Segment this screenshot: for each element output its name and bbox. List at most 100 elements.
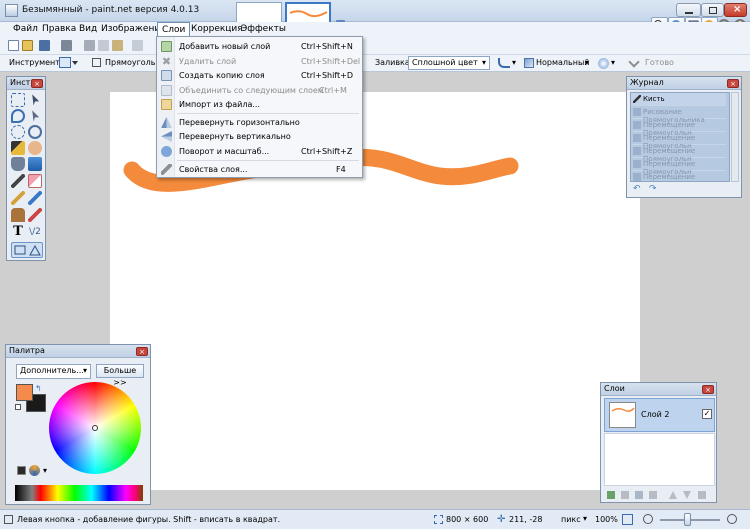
antialiasing-chevron-icon[interactable]: ▾ [512, 58, 516, 67]
recolor-icon[interactable] [28, 208, 42, 222]
move-selection-icon[interactable] [32, 110, 40, 122]
minimize-button[interactable] [676, 3, 701, 17]
menu-item-rotate-zoom[interactable]: Поворот и масштаб... Ctrl+Shift+Z [157, 144, 362, 159]
pan-hand-icon[interactable] [28, 141, 42, 155]
layer-row[interactable]: Слой 2 ✓ [604, 398, 715, 432]
more-colors-button[interactable]: Больше >> [96, 364, 144, 387]
palette-menu-icon[interactable] [29, 465, 40, 476]
menu-separator [177, 113, 359, 114]
selection-mode-icon[interactable] [598, 58, 609, 69]
add-layer-icon[interactable] [607, 491, 615, 499]
crop-icon[interactable] [132, 40, 143, 51]
menu-item-import-from-file[interactable]: Импорт из файла... [157, 97, 362, 112]
menu-layers[interactable]: Слои [157, 22, 191, 37]
paintbrush-icon[interactable] [11, 174, 25, 188]
palette-swatch-row[interactable] [15, 485, 143, 501]
menu-item-flip-horizontal[interactable]: Перевернуть горизонтально [157, 115, 362, 130]
lasso-select-icon[interactable] [11, 109, 25, 123]
layers-panel-close-icon[interactable]: × [702, 385, 714, 394]
clone-stamp-icon[interactable] [11, 208, 25, 222]
rectangle-select-icon[interactable] [11, 93, 25, 107]
shape-icon [633, 121, 641, 129]
gradient-icon[interactable] [28, 157, 42, 171]
palette-menu-chevron-icon[interactable]: ▾ [43, 466, 47, 475]
finish-button[interactable]: Готово [645, 58, 674, 67]
menu-bar: Файл Правка Вид Изображение Слои Коррекц… [0, 22, 750, 37]
history-item[interactable]: Перемещение Прямоугольн [631, 145, 726, 163]
menu-file[interactable]: Файл [13, 24, 38, 34]
tools-panel-close-icon[interactable]: × [31, 79, 43, 88]
menu-item-flip-vertical[interactable]: Перевернуть вертикально [157, 129, 362, 144]
swap-colors-icon[interactable]: ↰ [35, 384, 42, 393]
selection-chevron-icon[interactable]: ▾ [611, 58, 615, 67]
merge-layer-icon[interactable] [649, 491, 657, 499]
history-item[interactable]: Перемещение Прямоугольн [631, 132, 726, 150]
units-chevron-icon[interactable]: ▾ [583, 514, 587, 523]
menu-view[interactable]: Вид [79, 24, 97, 34]
units-select[interactable]: пикс [561, 515, 581, 524]
layer-visibility-checkbox[interactable]: ✓ [702, 409, 712, 419]
copy-icon[interactable] [98, 40, 109, 51]
menu-item-delete-layer: ✖ Удалить слой Ctrl+Shift+Del [161, 55, 361, 68]
eraser-icon[interactable] [28, 174, 42, 188]
history-item[interactable]: Рисование Прямоугольника [631, 106, 726, 124]
move-layer-up-icon[interactable] [669, 491, 677, 499]
history-panel-close-icon[interactable]: × [727, 79, 739, 88]
menu-adjustments[interactable]: Коррекция [191, 24, 243, 34]
text-tool-icon[interactable]: T [11, 225, 25, 239]
cut-icon[interactable] [84, 40, 95, 51]
magic-wand-icon[interactable] [11, 141, 25, 155]
line-curve-icon[interactable]: \/2 [28, 225, 42, 239]
zoom-to-window-icon[interactable] [622, 514, 633, 525]
delete-layer-icon[interactable] [621, 491, 629, 499]
history-item[interactable]: Перемещение Прямоугольн [631, 158, 726, 176]
antialiasing-icon[interactable] [498, 58, 510, 68]
blend-mode-value[interactable]: Нормальный [536, 58, 590, 67]
shapes-tool-icon[interactable] [11, 242, 43, 258]
pencil-icon[interactable] [11, 191, 25, 205]
print-icon[interactable] [61, 40, 72, 51]
zoom-level[interactable]: 100% [595, 515, 618, 524]
chevron-down-icon[interactable] [72, 61, 78, 65]
open-icon[interactable] [22, 40, 33, 51]
move-layer-down-icon[interactable] [683, 491, 691, 499]
move-selected-icon[interactable] [32, 94, 40, 106]
duplicate-layer-icon[interactable] [635, 491, 643, 499]
menu-item-layer-properties[interactable]: Свойства слоя... F4 [157, 162, 362, 177]
menu-item-duplicate-layer[interactable]: Создать копию слоя Ctrl+Shift+D [157, 68, 362, 83]
primary-color-swatch[interactable] [16, 384, 33, 401]
zoom-slider-thumb[interactable] [684, 513, 691, 526]
paint-bucket-icon[interactable] [11, 157, 25, 171]
palette-panel-close-icon[interactable]: × [136, 347, 148, 356]
close-button[interactable]: × [724, 3, 747, 17]
menu-effects[interactable]: Эффекты [241, 24, 286, 34]
palette-mode-select[interactable]: Дополнитель... ▾ [16, 364, 91, 379]
zoom-in-icon[interactable] [727, 514, 737, 524]
reset-colors-icon[interactable] [15, 404, 21, 410]
undo-icon[interactable]: ↶ [633, 185, 643, 194]
zoom-icon[interactable] [28, 125, 42, 139]
save-icon[interactable] [39, 40, 50, 51]
color-wheel-cursor[interactable] [92, 425, 98, 431]
layers-list-empty [604, 433, 715, 486]
history-item[interactable]: Кисть [631, 93, 726, 106]
menu-item-add-layer[interactable]: Добавить новый слой Ctrl+Shift+N [157, 39, 362, 54]
color-picker-icon[interactable] [28, 191, 42, 205]
redo-icon[interactable]: ↷ [649, 185, 659, 194]
maximize-button[interactable] [701, 3, 724, 17]
fill-mode-select[interactable]: Сплошной цвет ▾ [408, 56, 490, 70]
history-item[interactable]: Перемещение Прямоугольн [631, 119, 726, 137]
palette-mode-value: Дополнитель... [20, 366, 84, 375]
blend-mode-chevron-icon[interactable]: ▾ [585, 58, 589, 67]
tool-select-icon[interactable] [59, 57, 71, 68]
paste-icon[interactable] [112, 40, 123, 51]
history-scrollbar[interactable] [731, 92, 739, 182]
layer-properties-icon[interactable] [698, 491, 706, 499]
menu-edit[interactable]: Правка [42, 24, 76, 34]
zoom-out-icon[interactable] [643, 514, 653, 524]
palette-swatch-black[interactable] [17, 466, 26, 475]
menu-image[interactable]: Изображение [101, 24, 166, 34]
ellipse-select-icon[interactable] [11, 125, 25, 139]
history-item[interactable]: Перемещение Прямоугольн [631, 171, 726, 181]
new-image-icon[interactable] [8, 40, 19, 51]
